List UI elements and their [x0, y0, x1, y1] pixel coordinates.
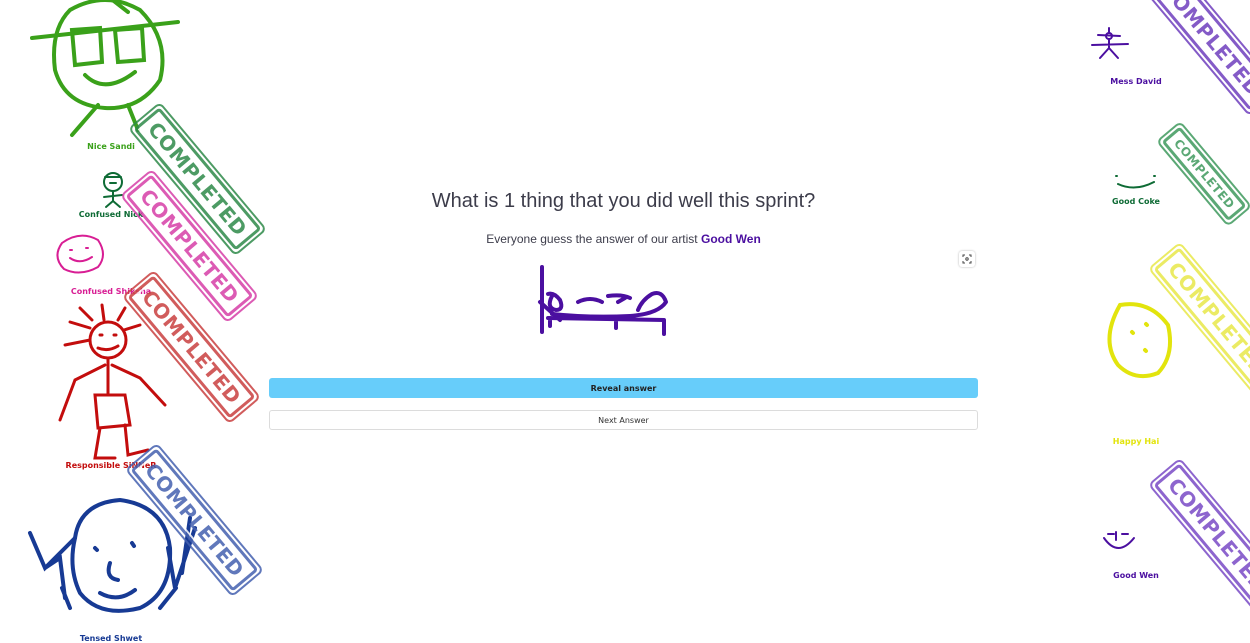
fullscreen-button[interactable]	[959, 251, 975, 267]
reveal-answer-button[interactable]: Reveal answer	[269, 378, 978, 398]
player-name: Tensed Shwet	[79, 634, 143, 643]
player-good-wen: Good Wen COMPLETED	[1080, 463, 1250, 607]
player-name: Good Wen	[1113, 571, 1159, 580]
player-happy-hai: Happy Hai COMPLETED	[1080, 247, 1250, 450]
artist-prompt: Everyone guess the answer of our artist …	[269, 232, 978, 246]
player-name: Good Coke	[1112, 197, 1160, 206]
player-name: Mess David	[1110, 77, 1162, 86]
artist-prompt-text: Everyone guess the answer of our artist	[486, 232, 698, 246]
artist-drawing	[538, 265, 668, 336]
expand-icon	[962, 254, 972, 264]
player-responsible-sinner: Responsible SiNNeR COMPLETED	[0, 275, 256, 475]
question-title: What is 1 thing that you did well this s…	[431, 190, 816, 212]
player-name: Happy Hai	[1112, 437, 1160, 446]
next-answer-button[interactable]: Next Answer	[269, 410, 978, 430]
artist-name: Good Wen	[701, 232, 761, 246]
avatar-drawing	[30, 0, 180, 137]
player-name: Nice Sandi	[87, 142, 135, 151]
player-tensed-shwet: Tensed Shwet COMPLETED	[0, 448, 259, 643]
player-confused-nick: Confused Nick	[0, 165, 230, 225]
player-nice-sandi: Nice Sandi COMPLETED	[0, 0, 262, 251]
player-mess-david: Mess David COMPLETED	[1080, 0, 1250, 111]
player-good-coke: Good Coke COMPLETED	[1080, 126, 1250, 222]
player-confused-shiksha: Confused Shiksha COMPLETED	[0, 174, 254, 318]
